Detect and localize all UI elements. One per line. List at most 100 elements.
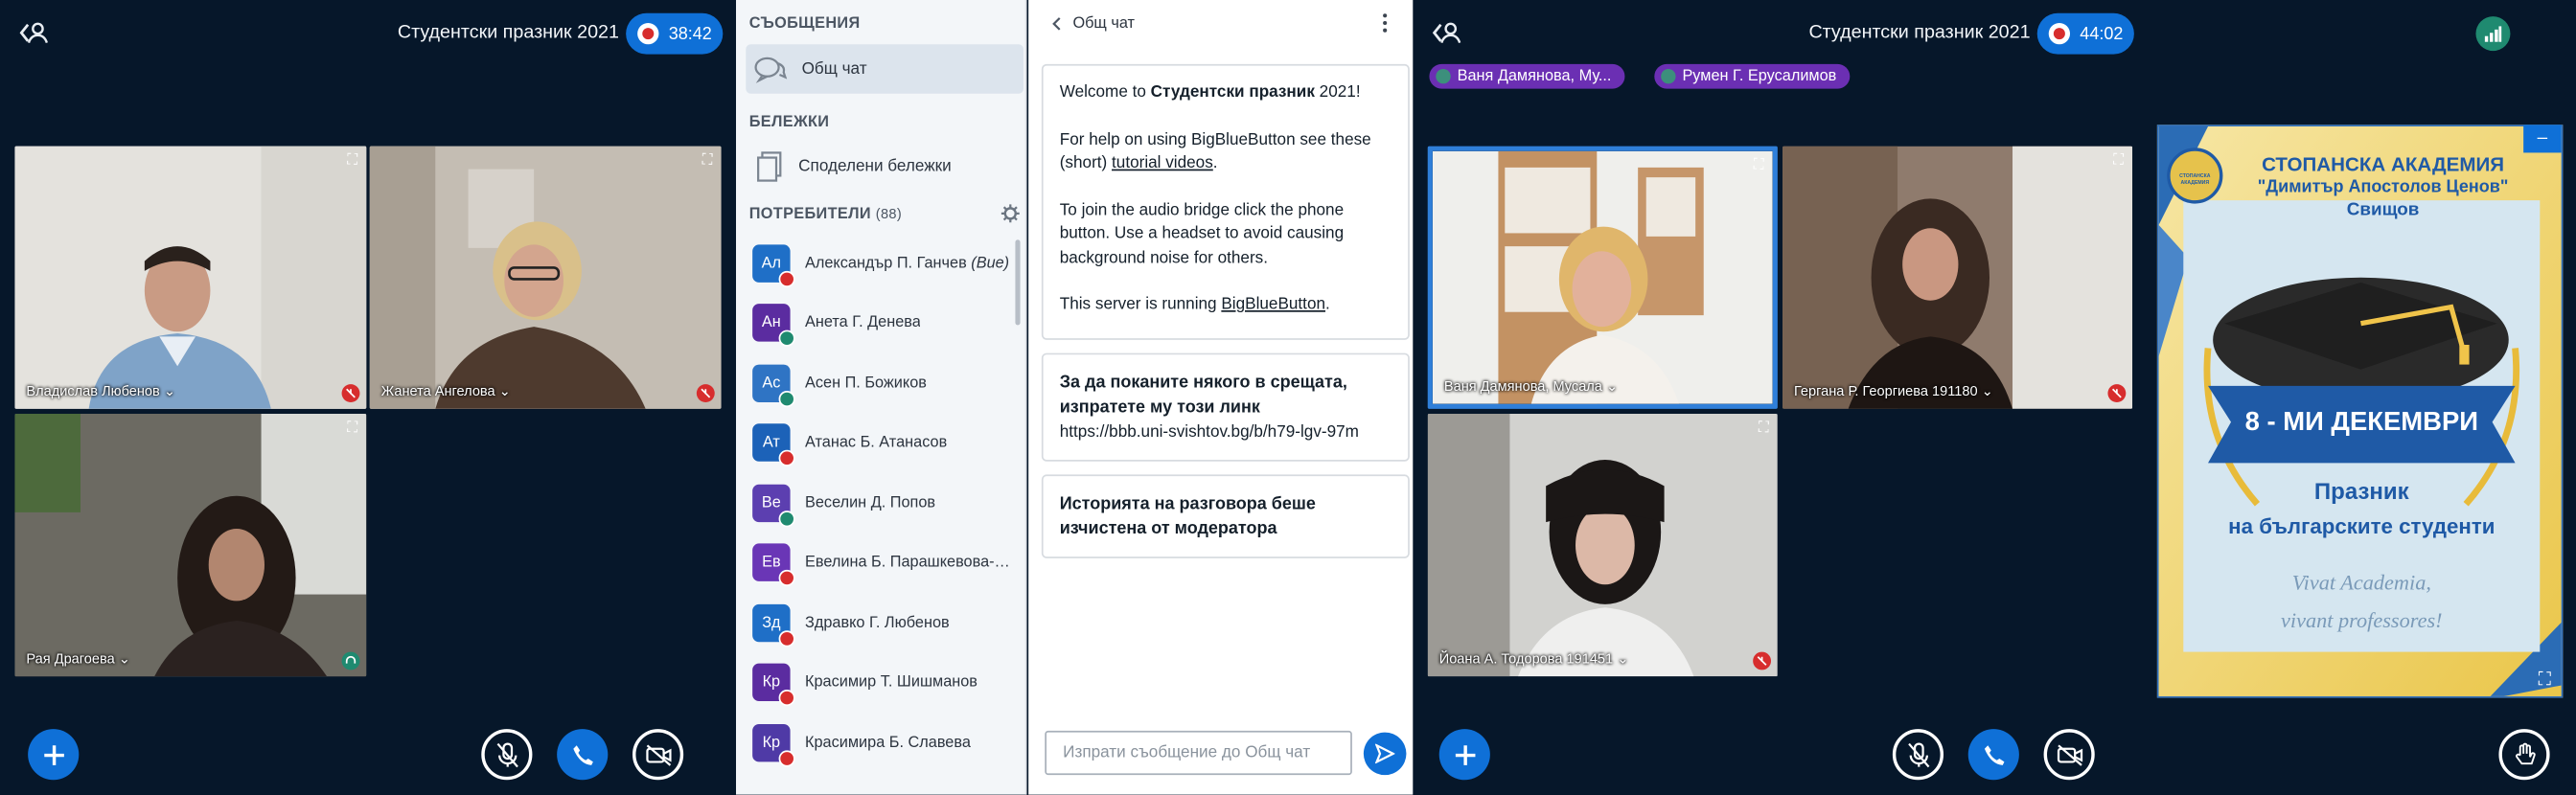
muted-mic-icon — [495, 741, 518, 767]
user-avatar: Ве — [752, 483, 795, 527]
gear-icon[interactable] — [1000, 202, 1021, 223]
user-list-item[interactable]: Ал Александър П. Ганчев (Вие) — [752, 239, 1015, 287]
recording-indicator[interactable]: 44:02 — [2036, 12, 2135, 55]
fullscreen-icon[interactable]: ⛶ — [2539, 670, 2551, 691]
participant-video — [369, 146, 722, 409]
share-webcam-button[interactable] — [632, 729, 684, 781]
raise-hand-button[interactable] — [2498, 729, 2550, 781]
video-tile[interactable]: ⛶ Жанета Ангелова ⌄ — [369, 146, 722, 409]
tutorial-link[interactable]: tutorial videos — [1112, 154, 1213, 172]
muted-mic-icon — [778, 690, 795, 707]
record-icon — [2048, 23, 2071, 45]
plus-icon — [43, 744, 64, 765]
public-chat-item[interactable]: Общ чат — [746, 44, 1024, 94]
poster-date: 8 - МИ ДЕКЕМВРИ — [2244, 408, 2478, 438]
participant-video — [1427, 414, 1778, 677]
user-list-item[interactable]: Зд Здравко Г. Любенов — [752, 600, 1015, 647]
minimize-presentation-button[interactable]: – — [2523, 125, 2562, 153]
muted-mic-icon — [778, 629, 795, 647]
server-line: This server is running BigBlueButton. — [1059, 295, 1330, 314]
participant-name[interactable]: Жанета Ангелова ⌄ — [381, 382, 511, 400]
participant-name[interactable]: Ваня Дамянова, Мусала ⌄ — [1444, 377, 1618, 396]
listen-only-icon — [778, 390, 795, 407]
user-list-scrollbar[interactable] — [1015, 239, 1021, 326]
participant-video — [14, 146, 367, 409]
poster-holiday-subtitle: на българските студенти — [2228, 513, 2496, 539]
more-options-icon[interactable] — [1380, 11, 1390, 34]
user-list-item[interactable]: Кр Красимира Б. Славева — [752, 719, 1015, 766]
connection-status-icon[interactable] — [2475, 16, 2511, 52]
welcome-line: Welcome to Студентски празник 2021! — [1059, 83, 1361, 102]
bigbluebutton-link[interactable]: BigBlueButton — [1221, 296, 1325, 314]
messages-header: СЪОБЩЕНИЯ — [748, 14, 861, 34]
muted-mic-icon — [1907, 741, 1929, 767]
actions-button[interactable] — [28, 729, 80, 781]
participant-name[interactable]: Йоана А. Тодорова 191451 ⌄ — [1439, 650, 1629, 669]
notes-icon — [757, 150, 782, 181]
user-avatar: Кр — [752, 723, 795, 766]
record-icon — [637, 23, 659, 45]
participant-name[interactable]: Рая Драгоева ⌄ — [26, 650, 130, 669]
participant-video — [1432, 150, 1773, 404]
user-list-item[interactable]: Ве Веселин Д. Попов — [752, 480, 1015, 527]
video-tile[interactable]: ⛶ Гергана Р. Георгиева 191180 ⌄ — [1782, 146, 2133, 409]
poster-motto-line2: vivant professores! — [2281, 607, 2443, 633]
meeting-title: Студентски празник 2021 — [1808, 23, 2031, 43]
talking-indicator[interactable]: Румен Г. Ерусалимов — [1654, 63, 1851, 89]
participant-name[interactable]: Гергана Р. Георгиева 191180 ⌄ — [1794, 382, 1993, 400]
public-chat-label: Общ чат — [801, 59, 867, 79]
presentation-area[interactable]: СТОПАНСКА АКАДЕМИЯ СТОПАНСКА АКАДЕМИЯ "Д… — [2156, 125, 2564, 698]
user-list-toggle-icon[interactable] — [1432, 20, 1462, 46]
users-count: (88) — [875, 205, 903, 222]
poster-motto: Vivat Academia, — [2291, 569, 2431, 595]
share-webcam-button[interactable] — [2043, 729, 2095, 781]
video-tile[interactable]: ⛶ Ваня Дамянова, Мусала ⌄ — [1427, 146, 1778, 409]
welcome-message: Welcome to Студентски празник 2021! For … — [1041, 63, 1410, 340]
expand-icon[interactable]: ⛶ — [343, 151, 361, 170]
chat-message-input[interactable]: Изпрати съобщение до Общ чат — [1045, 730, 1352, 776]
video-tile[interactable]: ⛶ Йоана А. Тодорова 191451 ⌄ — [1427, 414, 1778, 677]
user-name: Красимир Т. Шишманов — [805, 672, 978, 692]
unmute-button[interactable] — [1892, 729, 1944, 781]
audio-button[interactable] — [1967, 729, 2019, 781]
hand-icon — [2515, 742, 2535, 765]
cleared-text: Историята на разговора беше изчистена от… — [1059, 494, 1316, 539]
user-list-item[interactable]: Ас Асен П. Божиков — [752, 359, 1015, 407]
user-avatar: Ат — [752, 423, 795, 466]
participant-name[interactable]: Владислав Любенов ⌄ — [26, 382, 175, 400]
notes-header: БЕЛЕЖКИ — [748, 113, 830, 132]
meeting-title: Студентски празник 2021 — [397, 23, 619, 43]
chat-input-placeholder: Изпрати съобщение до Общ чат — [1063, 743, 1311, 762]
recording-timer: 38:42 — [668, 23, 712, 44]
video-tile[interactable]: ⛶ Рая Драгоева ⌄ — [14, 414, 367, 677]
chevron-left-icon — [1052, 16, 1061, 30]
actions-button[interactable] — [1438, 729, 1490, 781]
muted-mic-icon — [1753, 651, 1772, 670]
shared-notes-item[interactable]: Споделени бележки — [746, 141, 1024, 190]
muted-mic-icon — [778, 449, 795, 466]
user-name: Красимира Б. Славева — [805, 733, 971, 752]
expand-icon[interactable]: ⛶ — [2109, 151, 2128, 170]
unmute-button[interactable] — [481, 729, 533, 781]
user-list-item[interactable]: Ат Атанас Б. Атанасов — [752, 420, 1015, 466]
recording-indicator[interactable]: 38:42 — [626, 12, 724, 55]
expand-icon[interactable]: ⛶ — [1750, 156, 1768, 174]
user-list-item[interactable]: Ан Анета Г. Денева — [752, 300, 1015, 347]
user-list-toggle-icon[interactable] — [19, 20, 50, 46]
user-name: Александър П. Ганчев (Вие) — [805, 253, 1010, 272]
poster-city: Свищов — [2346, 200, 2420, 220]
poster-university-name: СТОПАНСКА АКАДЕМИЯ — [2262, 152, 2505, 176]
audio-button[interactable] — [557, 729, 609, 781]
user-list-item[interactable]: Ев Евелина Б. Парашкевова-В... — [752, 539, 1015, 587]
send-button[interactable] — [1363, 732, 1407, 776]
chat-back-button[interactable]: Общ чат — [1051, 11, 1135, 34]
participant-video — [14, 414, 367, 677]
talking-indicator[interactable]: Ваня Дамянова, Му... — [1429, 63, 1625, 89]
video-tile[interactable]: ⛶ Владислав Любенов ⌄ — [14, 146, 367, 409]
invite-link[interactable]: https://bbb.uni-svishtov.bg/b/h79-lgv-97… — [1060, 420, 1392, 445]
expand-icon[interactable]: ⛶ — [343, 419, 361, 437]
expand-icon[interactable]: ⛶ — [699, 151, 717, 170]
expand-icon[interactable]: ⛶ — [1755, 419, 1773, 437]
participant-video — [1782, 146, 2133, 409]
user-list-item[interactable]: Кр Красимир Т. Шишманов — [752, 659, 1015, 707]
